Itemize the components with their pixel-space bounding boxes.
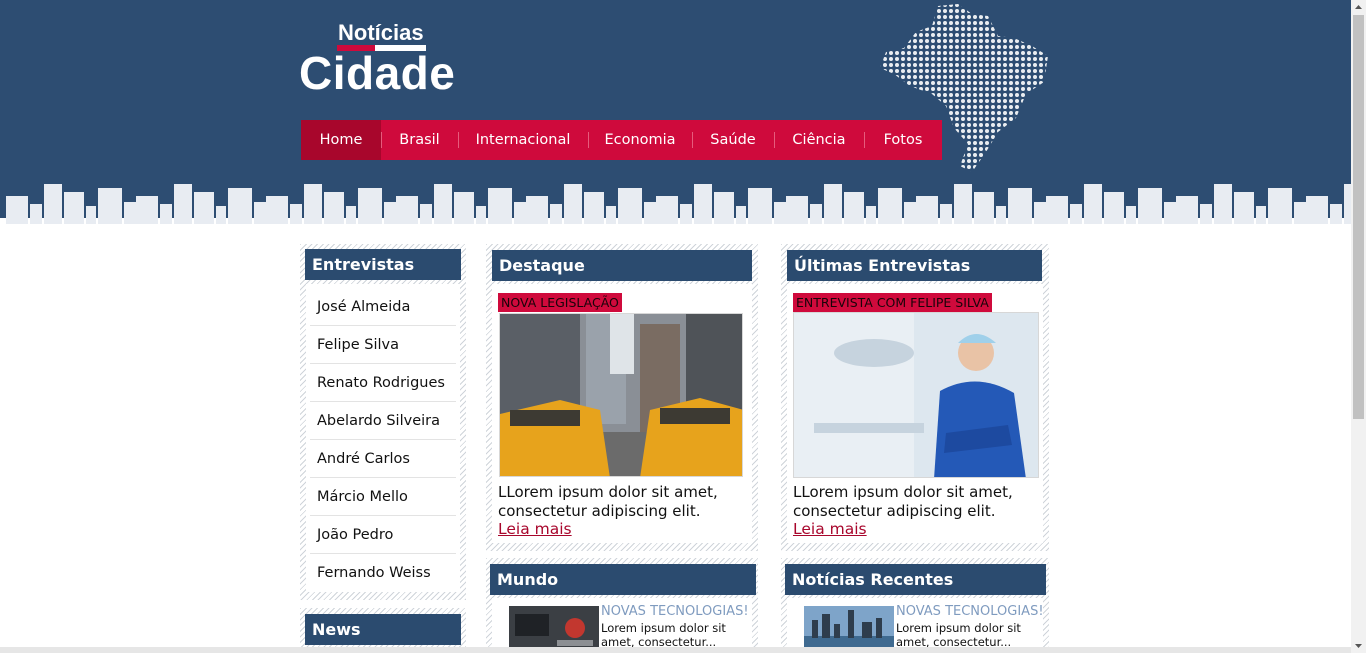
mundo-thumbnail[interactable] xyxy=(509,606,599,653)
list-item[interactable]: Márcio Mello xyxy=(310,478,456,516)
list-item[interactable]: Felipe Silva xyxy=(310,326,456,364)
entrevistas-title: Entrevistas xyxy=(305,249,461,280)
ultimas-title: Últimas Entrevistas xyxy=(787,250,1042,281)
destaque-read-more-link[interactable]: Leia mais xyxy=(498,520,572,538)
scroll-up-arrow-icon[interactable] xyxy=(1351,0,1366,15)
main-nav: Home Brasil Internacional Economia Saúde… xyxy=(301,120,942,160)
mundo-item-text: Lorem ipsum dolor sit amet, consectetur.… xyxy=(601,621,726,649)
mundo-title: Mundo xyxy=(490,564,756,595)
entrevistas-list: José Almeida Felipe Silva Renato Rodrigu… xyxy=(310,288,456,592)
ultimas-read-more-link[interactable]: Leia mais xyxy=(793,520,867,538)
destaque-title: Destaque xyxy=(492,250,752,281)
nav-saude[interactable]: Saúde xyxy=(692,120,774,160)
nav-ciencia[interactable]: Ciência xyxy=(774,120,864,160)
ultimas-tag[interactable]: ENTREVISTA COM FELIPE SILVA xyxy=(793,293,992,312)
logo-subtitle[interactable]: Notícias xyxy=(338,20,424,46)
mundo-item-title[interactable]: NOVAS TECNOLOGIAS! xyxy=(601,604,749,619)
ultimas-photo[interactable] xyxy=(793,312,1039,478)
nav-brasil[interactable]: Brasil xyxy=(381,120,458,160)
news-title: News xyxy=(305,614,461,645)
nav-internacional[interactable]: Internacional xyxy=(458,120,588,160)
recentes-item-text: Lorem ipsum dolor sit amet, consectetur.… xyxy=(896,621,1021,649)
doctor-image xyxy=(794,313,1038,477)
list-item[interactable]: André Carlos xyxy=(310,440,456,478)
destaque-excerpt: LLorem ipsum dolor sit amet, consectetur… xyxy=(498,483,718,520)
recentes-thumbnail[interactable] xyxy=(804,606,894,653)
nav-home[interactable]: Home xyxy=(301,120,381,160)
city-skyline-image xyxy=(804,606,894,653)
site-header: Notícias Cidade Home Brasil Internaciona… xyxy=(0,0,1351,228)
scrollbar-thumb[interactable] xyxy=(1353,15,1364,419)
ultimas-excerpt: LLorem ipsum dolor sit amet, consectetur… xyxy=(793,483,1013,520)
destaque-tag[interactable]: NOVA LEGISLAÇÃO xyxy=(498,293,622,312)
list-item[interactable]: Renato Rodrigues xyxy=(310,364,456,402)
list-item[interactable]: João Pedro xyxy=(310,516,456,554)
list-item[interactable]: Fernando Weiss xyxy=(310,554,456,592)
nav-fotos[interactable]: Fotos xyxy=(864,120,942,160)
nav-economia[interactable]: Economia xyxy=(588,120,692,160)
list-item[interactable]: Abelardo Silveira xyxy=(310,402,456,440)
destaque-photo[interactable] xyxy=(499,313,743,477)
scroll-down-arrow-icon[interactable] xyxy=(1351,638,1366,653)
list-item[interactable]: José Almeida xyxy=(310,288,456,326)
city-skyline-graphic xyxy=(0,184,1351,228)
recentes-title: Notícias Recentes xyxy=(785,564,1046,595)
desk-image xyxy=(509,606,599,653)
recentes-item-title[interactable]: NOVAS TECNOLOGIAS! xyxy=(896,604,1044,619)
city-taxi-image xyxy=(500,314,742,476)
logo-title[interactable]: Cidade xyxy=(299,46,455,100)
horizontal-scrollbar[interactable] xyxy=(0,647,1351,653)
